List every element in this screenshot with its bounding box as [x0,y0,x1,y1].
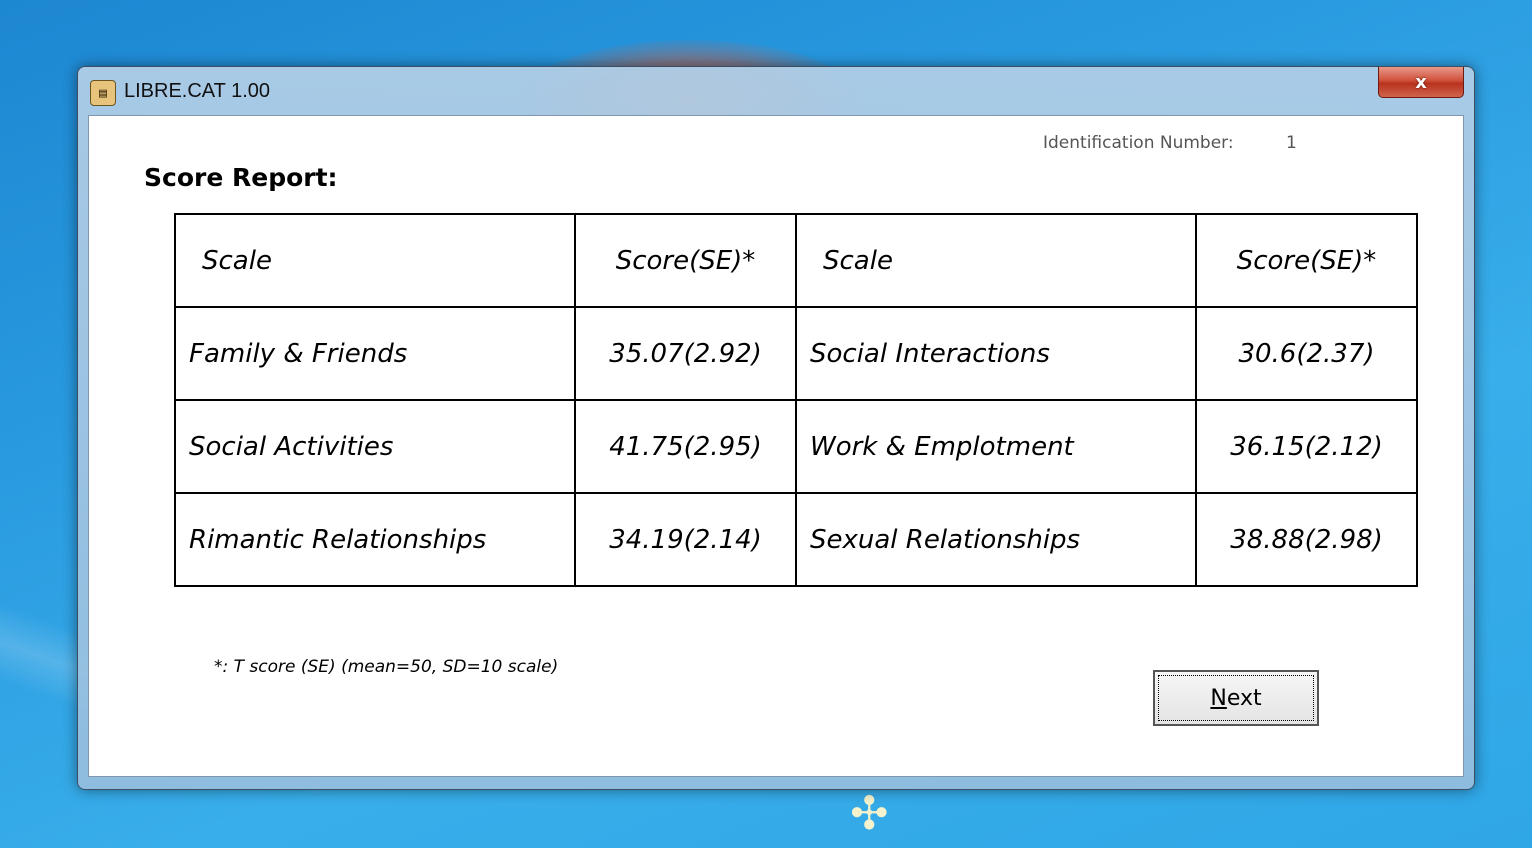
score-cell: 30.6(2.37) [1195,306,1418,401]
header-scale-1: Scale [174,213,576,308]
identification-value: 1 [1286,133,1297,153]
table-row: Family & Friends 35.07(2.92) Social Inte… [174,306,1418,401]
score-cell: 34.19(2.14) [574,492,797,587]
next-accelerator: N [1210,685,1227,711]
scale-name-cell: Sexual Relationships [795,492,1197,587]
scale-name-cell: Work & Emplotment [795,399,1197,494]
score-cell: 35.07(2.92) [574,306,797,401]
client-area: Identification Number: 1 Score Report: S… [88,115,1464,777]
header-scale-2: Scale [795,213,1197,308]
next-button[interactable]: Next [1153,670,1319,726]
title-bar[interactable]: ▤ LIBRE.CAT 1.00 x [78,67,1474,113]
table-row: Rimantic Relationships 34.19(2.14) Sexua… [174,492,1418,587]
table-header-row: Scale Score(SE)* Scale Score(SE)* [174,213,1418,308]
scale-name-cell: Rimantic Relationships [174,492,576,587]
report-title: Score Report: [144,163,338,192]
close-button[interactable]: x [1378,67,1464,98]
document-icon: ▤ [90,80,116,106]
score-table: Scale Score(SE)* Scale Score(SE)* Family… [174,213,1418,587]
app-window: ▤ LIBRE.CAT 1.00 x Identification Number… [77,66,1475,790]
scale-name-cell: Social Activities [174,399,576,494]
score-cell: 38.88(2.98) [1195,492,1418,587]
footnote: *: T score (SE) (mean=50, SD=10 scale) [214,657,559,677]
wallpaper-flower-icon: ✣ [850,786,889,840]
scale-name-cell: Family & Friends [174,306,576,401]
scale-name-cell: Social Interactions [795,306,1197,401]
table-row: Social Activities 41.75(2.95) Work & Emp… [174,399,1418,494]
next-button-label: Next [1210,686,1261,711]
window-title: LIBRE.CAT 1.00 [124,80,270,102]
header-score-2: Score(SE)* [1195,213,1418,308]
identification-label: Identification Number: [1043,133,1234,153]
score-cell: 36.15(2.12) [1195,399,1418,494]
header-score-1: Score(SE)* [574,213,797,308]
score-cell: 41.75(2.95) [574,399,797,494]
next-label-rest: ext [1226,685,1262,711]
